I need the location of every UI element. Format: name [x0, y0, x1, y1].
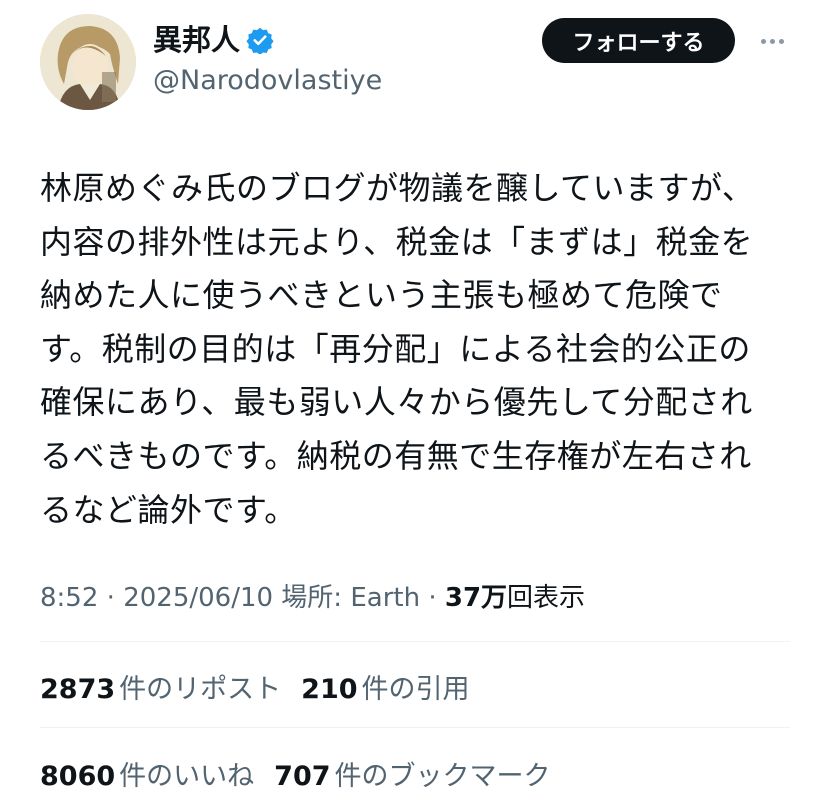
user-handle[interactable]: @Narodovlastiye	[153, 64, 382, 98]
tweet-line: す。税制の目的は「再分配」による社会的公正の	[40, 329, 751, 368]
likes-count: 8060	[40, 760, 116, 792]
tweet-line: 確保にあり、最も弱い人々から優先して分配され	[40, 383, 753, 422]
meta-separator: ·	[420, 583, 445, 613]
views-label: 回表示	[507, 583, 586, 613]
divider	[40, 641, 790, 642]
tweet-line: 納めた人に使うべきという主張も極めて危険で	[40, 276, 723, 315]
dot	[760, 38, 766, 44]
tweet-text: 林原めぐみ氏のブログが物議を醸していますが、 内容の排外性は元より、税金は「まず…	[40, 162, 800, 537]
likes-label: 件のいいね	[119, 760, 255, 792]
stats-row-likes: 8060 件のいいね 707 件のブックマーク	[40, 751, 571, 795]
quotes-stat[interactable]: 210 件の引用	[301, 667, 469, 706]
dot	[778, 38, 784, 44]
tweet-location: 場所: Earth	[273, 583, 421, 613]
tweet-date[interactable]: 2025/06/10	[123, 583, 273, 613]
avatar[interactable]	[40, 14, 136, 110]
dot	[769, 38, 775, 44]
display-name[interactable]: 異邦人	[153, 22, 274, 58]
verified-badge-icon	[246, 26, 274, 55]
bookmarks-stat[interactable]: 707 件のブックマーク	[274, 754, 550, 793]
tweet-line: 林原めぐみ氏のブログが物議を醸していますが、	[40, 169, 755, 207]
reposts-stat[interactable]: 2873 件のリポスト	[40, 667, 281, 706]
follow-button[interactable]: フォローする	[542, 18, 735, 63]
more-options-icon[interactable]	[755, 24, 789, 58]
stats-row-reposts: 2873 件のリポスト 210 件の引用	[40, 664, 490, 708]
display-name-text: 異邦人	[153, 23, 241, 57]
divider	[40, 727, 790, 728]
quotes-count: 210	[301, 673, 358, 705]
bookmarks-label: 件のブックマーク	[334, 760, 551, 792]
bookmarks-count: 707	[274, 760, 331, 792]
views-count: 37万	[444, 583, 508, 613]
tweet-meta: 8:52 · 2025/06/10 場所: Earth · 37万回表示	[40, 580, 585, 616]
tweet-line: るべきものです。納税の有無で生存権が左右され	[40, 436, 752, 475]
tweet-line: 内容の排外性は元より、税金は「まずは」税金を	[40, 222, 754, 261]
quotes-label: 件の引用	[361, 673, 470, 705]
tweet-line: るなど論外です。	[40, 490, 297, 529]
reposts-label: 件のリポスト	[119, 673, 282, 705]
meta-separator: ·	[98, 583, 124, 613]
reposts-count: 2873	[40, 673, 116, 705]
likes-stat[interactable]: 8060 件のいいね	[40, 754, 254, 793]
tweet-time[interactable]: 8:52	[40, 583, 98, 613]
